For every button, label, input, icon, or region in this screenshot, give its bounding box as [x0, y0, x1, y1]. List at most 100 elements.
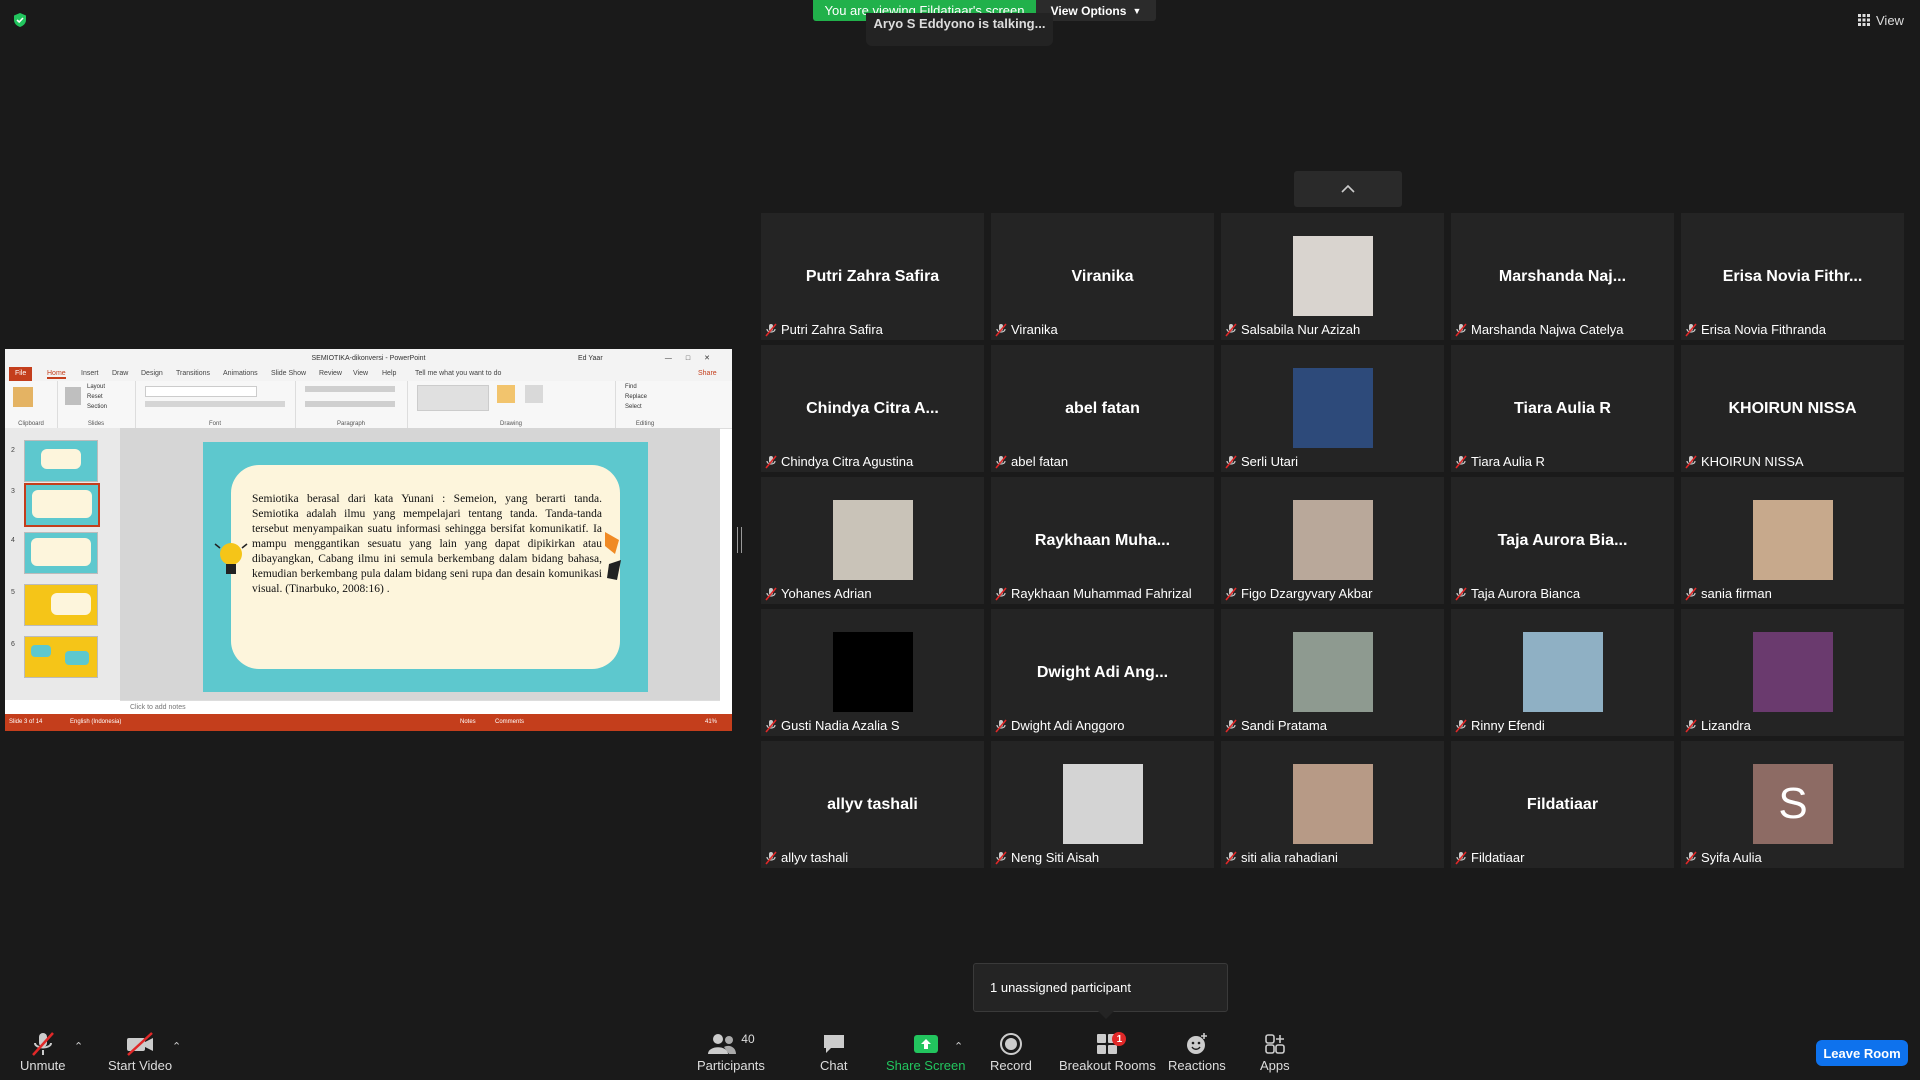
- video-options-caret[interactable]: ⌃: [172, 1040, 181, 1053]
- ribbon-select[interactable]: Select: [625, 404, 642, 410]
- status-notes[interactable]: Notes: [460, 719, 476, 725]
- ppt-tab-help[interactable]: Help: [382, 370, 396, 377]
- slide-thumbnail-2[interactable]: [24, 440, 98, 482]
- profile-photo: [1293, 764, 1373, 844]
- participant-tile[interactable]: Serli Utari: [1221, 345, 1444, 472]
- participant-tile[interactable]: Fildatiaar Fildatiaar: [1451, 741, 1674, 868]
- participant-tile[interactable]: Taja Aurora Bia... Taja Aurora Bianca: [1451, 477, 1674, 604]
- participant-tile[interactable]: Rinny Efendi: [1451, 609, 1674, 736]
- participant-tile[interactable]: Lizandra: [1681, 609, 1904, 736]
- share-options-caret[interactable]: ⌃: [954, 1040, 963, 1053]
- view-options-button[interactable]: View Options ▼: [1036, 0, 1156, 21]
- ribbon-group-drawing: Drawing: [407, 381, 616, 428]
- participant-name: Rinny Efendi: [1471, 718, 1545, 733]
- participant-tile[interactable]: Erisa Novia Fithr... Erisa Novia Fithrand…: [1681, 213, 1904, 340]
- collapse-gallery-button[interactable]: [1294, 171, 1402, 207]
- apps-button[interactable]: Apps: [1260, 1030, 1290, 1073]
- participant-name: Putri Zahra Safira: [781, 322, 883, 337]
- participant-tile[interactable]: Chindya Citra A... Chindya Citra Agustina: [761, 345, 984, 472]
- ribbon-replace[interactable]: Replace: [625, 394, 647, 400]
- thumb-number: 2: [11, 447, 15, 454]
- participants-button[interactable]: 40 Participants: [697, 1030, 765, 1073]
- ribbon-find[interactable]: Find: [625, 384, 637, 390]
- ribbon-section[interactable]: Section: [87, 404, 107, 410]
- unassigned-participant-tooltip: 1 unassigned participant: [973, 963, 1228, 1019]
- slide-thumbnail-6[interactable]: [24, 636, 98, 678]
- ribbon-reset[interactable]: Reset: [87, 394, 103, 400]
- shared-screen[interactable]: SEMIOTIKA-dikonversi - PowerPoint Ed Yaa…: [5, 349, 732, 731]
- slide-editor[interactable]: Semiotika berasal dari kata Yunani : Sem…: [120, 428, 720, 700]
- participant-tile[interactable]: Putri Zahra Safira Putri Zahra Safira: [761, 213, 984, 340]
- participant-tile[interactable]: Raykhaan Muha... Raykhaan Muhammad Fahriz…: [991, 477, 1214, 604]
- chat-button[interactable]: Chat: [820, 1030, 847, 1073]
- reactions-icon: [1186, 1033, 1207, 1054]
- participant-tile[interactable]: Figo Dzargyvary Akbar: [1221, 477, 1444, 604]
- participant-tile[interactable]: Marshanda Naj... Marshanda Najwa Catelya: [1451, 213, 1674, 340]
- ppt-tab-review[interactable]: Review: [319, 370, 342, 377]
- mic-muted-icon: [765, 454, 777, 469]
- participant-tile[interactable]: Dwight Adi Ang... Dwight Adi Anggoro: [991, 609, 1214, 736]
- participant-tile[interactable]: KHOIRUN NISSA KHOIRUN NISSA: [1681, 345, 1904, 472]
- record-button[interactable]: Record: [990, 1030, 1032, 1073]
- ribbon-group-slides: Layout Reset Section Slides: [57, 381, 136, 428]
- participant-name-label: Salsabila Nur Azizah: [1225, 321, 1360, 338]
- ribbon-label-drawing: Drawing: [499, 421, 522, 427]
- ppt-tab-draw[interactable]: Draw: [112, 370, 128, 377]
- ppt-tab-home[interactable]: Home: [47, 370, 66, 379]
- ribbon-label-paragraph: Paragraph: [336, 421, 366, 427]
- audio-options-caret[interactable]: ⌃: [74, 1040, 83, 1053]
- status-slide-count: Slide 3 of 14: [9, 719, 43, 725]
- start-video-button[interactable]: Start Video: [108, 1030, 172, 1073]
- unmute-button[interactable]: Unmute: [20, 1030, 66, 1073]
- slide-thumbnail-3[interactable]: [24, 483, 100, 527]
- ppt-tab-view[interactable]: View: [353, 370, 368, 377]
- notes-pane[interactable]: Click to add notes: [120, 700, 720, 714]
- current-slide[interactable]: Semiotika berasal dari kata Yunani : Sem…: [203, 442, 648, 692]
- participant-tile[interactable]: Neng Siti Aisah: [991, 741, 1214, 868]
- ppt-tab-slideshow[interactable]: Slide Show: [271, 370, 306, 377]
- profile-photo: [1753, 632, 1833, 712]
- resize-handle[interactable]: [737, 527, 742, 553]
- reactions-label: Reactions: [1168, 1058, 1226, 1073]
- participant-tile[interactable]: abel fatan abel fatan: [991, 345, 1214, 472]
- participant-tile[interactable]: siti alia rahadiani: [1221, 741, 1444, 868]
- participant-tile[interactable]: sania firman: [1681, 477, 1904, 604]
- mic-muted-icon: [1225, 718, 1237, 733]
- security-shield-icon[interactable]: [12, 12, 28, 28]
- slide-body-text[interactable]: Semiotika berasal dari kata Yunani : Sem…: [252, 492, 602, 597]
- status-zoom[interactable]: 41%: [705, 719, 717, 725]
- mic-muted-icon: [1455, 850, 1467, 865]
- participant-name-label: Lizandra: [1685, 717, 1751, 734]
- breakout-rooms-button[interactable]: 1 Breakout Rooms: [1059, 1030, 1156, 1073]
- ribbon-label-slides: Slides: [87, 421, 105, 427]
- view-button[interactable]: View: [1858, 10, 1904, 30]
- record-icon: [999, 1033, 1022, 1055]
- ppt-tab-insert[interactable]: Insert: [81, 370, 99, 377]
- mic-muted-icon: [995, 586, 1007, 601]
- participant-name-label: Neng Siti Aisah: [995, 849, 1099, 866]
- participant-tile[interactable]: Tiara Aulia R Tiara Aulia R: [1451, 345, 1674, 472]
- leave-room-button[interactable]: Leave Room: [1816, 1040, 1908, 1066]
- participant-tile[interactable]: Salsabila Nur Azizah: [1221, 213, 1444, 340]
- participants-icon: [708, 1034, 737, 1054]
- participant-tile[interactable]: Viranika Viranika: [991, 213, 1214, 340]
- ppt-tell-me[interactable]: Tell me what you want to do: [415, 370, 501, 377]
- ppt-tab-transitions[interactable]: Transitions: [176, 370, 210, 377]
- ribbon-layout[interactable]: Layout: [87, 384, 105, 390]
- participant-tile[interactable]: Gusti Nadia Azalia S: [761, 609, 984, 736]
- video-off-icon: [127, 1032, 154, 1056]
- reactions-button[interactable]: Reactions: [1168, 1030, 1226, 1073]
- ppt-tab-design[interactable]: Design: [141, 370, 163, 377]
- participant-tile[interactable]: Yohanes Adrian: [761, 477, 984, 604]
- ppt-share[interactable]: Share: [698, 370, 717, 377]
- slide-thumbnail-4[interactable]: [24, 532, 98, 574]
- ppt-tab-file[interactable]: File: [9, 367, 33, 381]
- participant-tile[interactable]: allyv tashali allyv tashali: [761, 741, 984, 868]
- participant-name: Marshanda Najwa Catelya: [1471, 322, 1624, 337]
- participant-tile[interactable]: Sandi Pratama: [1221, 609, 1444, 736]
- participant-tile[interactable]: S Syifa Aulia: [1681, 741, 1904, 868]
- ppt-tab-animations[interactable]: Animations: [223, 370, 258, 377]
- profile-photo: [833, 500, 913, 580]
- status-comments[interactable]: Comments: [495, 719, 524, 725]
- slide-thumbnail-5[interactable]: [24, 584, 98, 626]
